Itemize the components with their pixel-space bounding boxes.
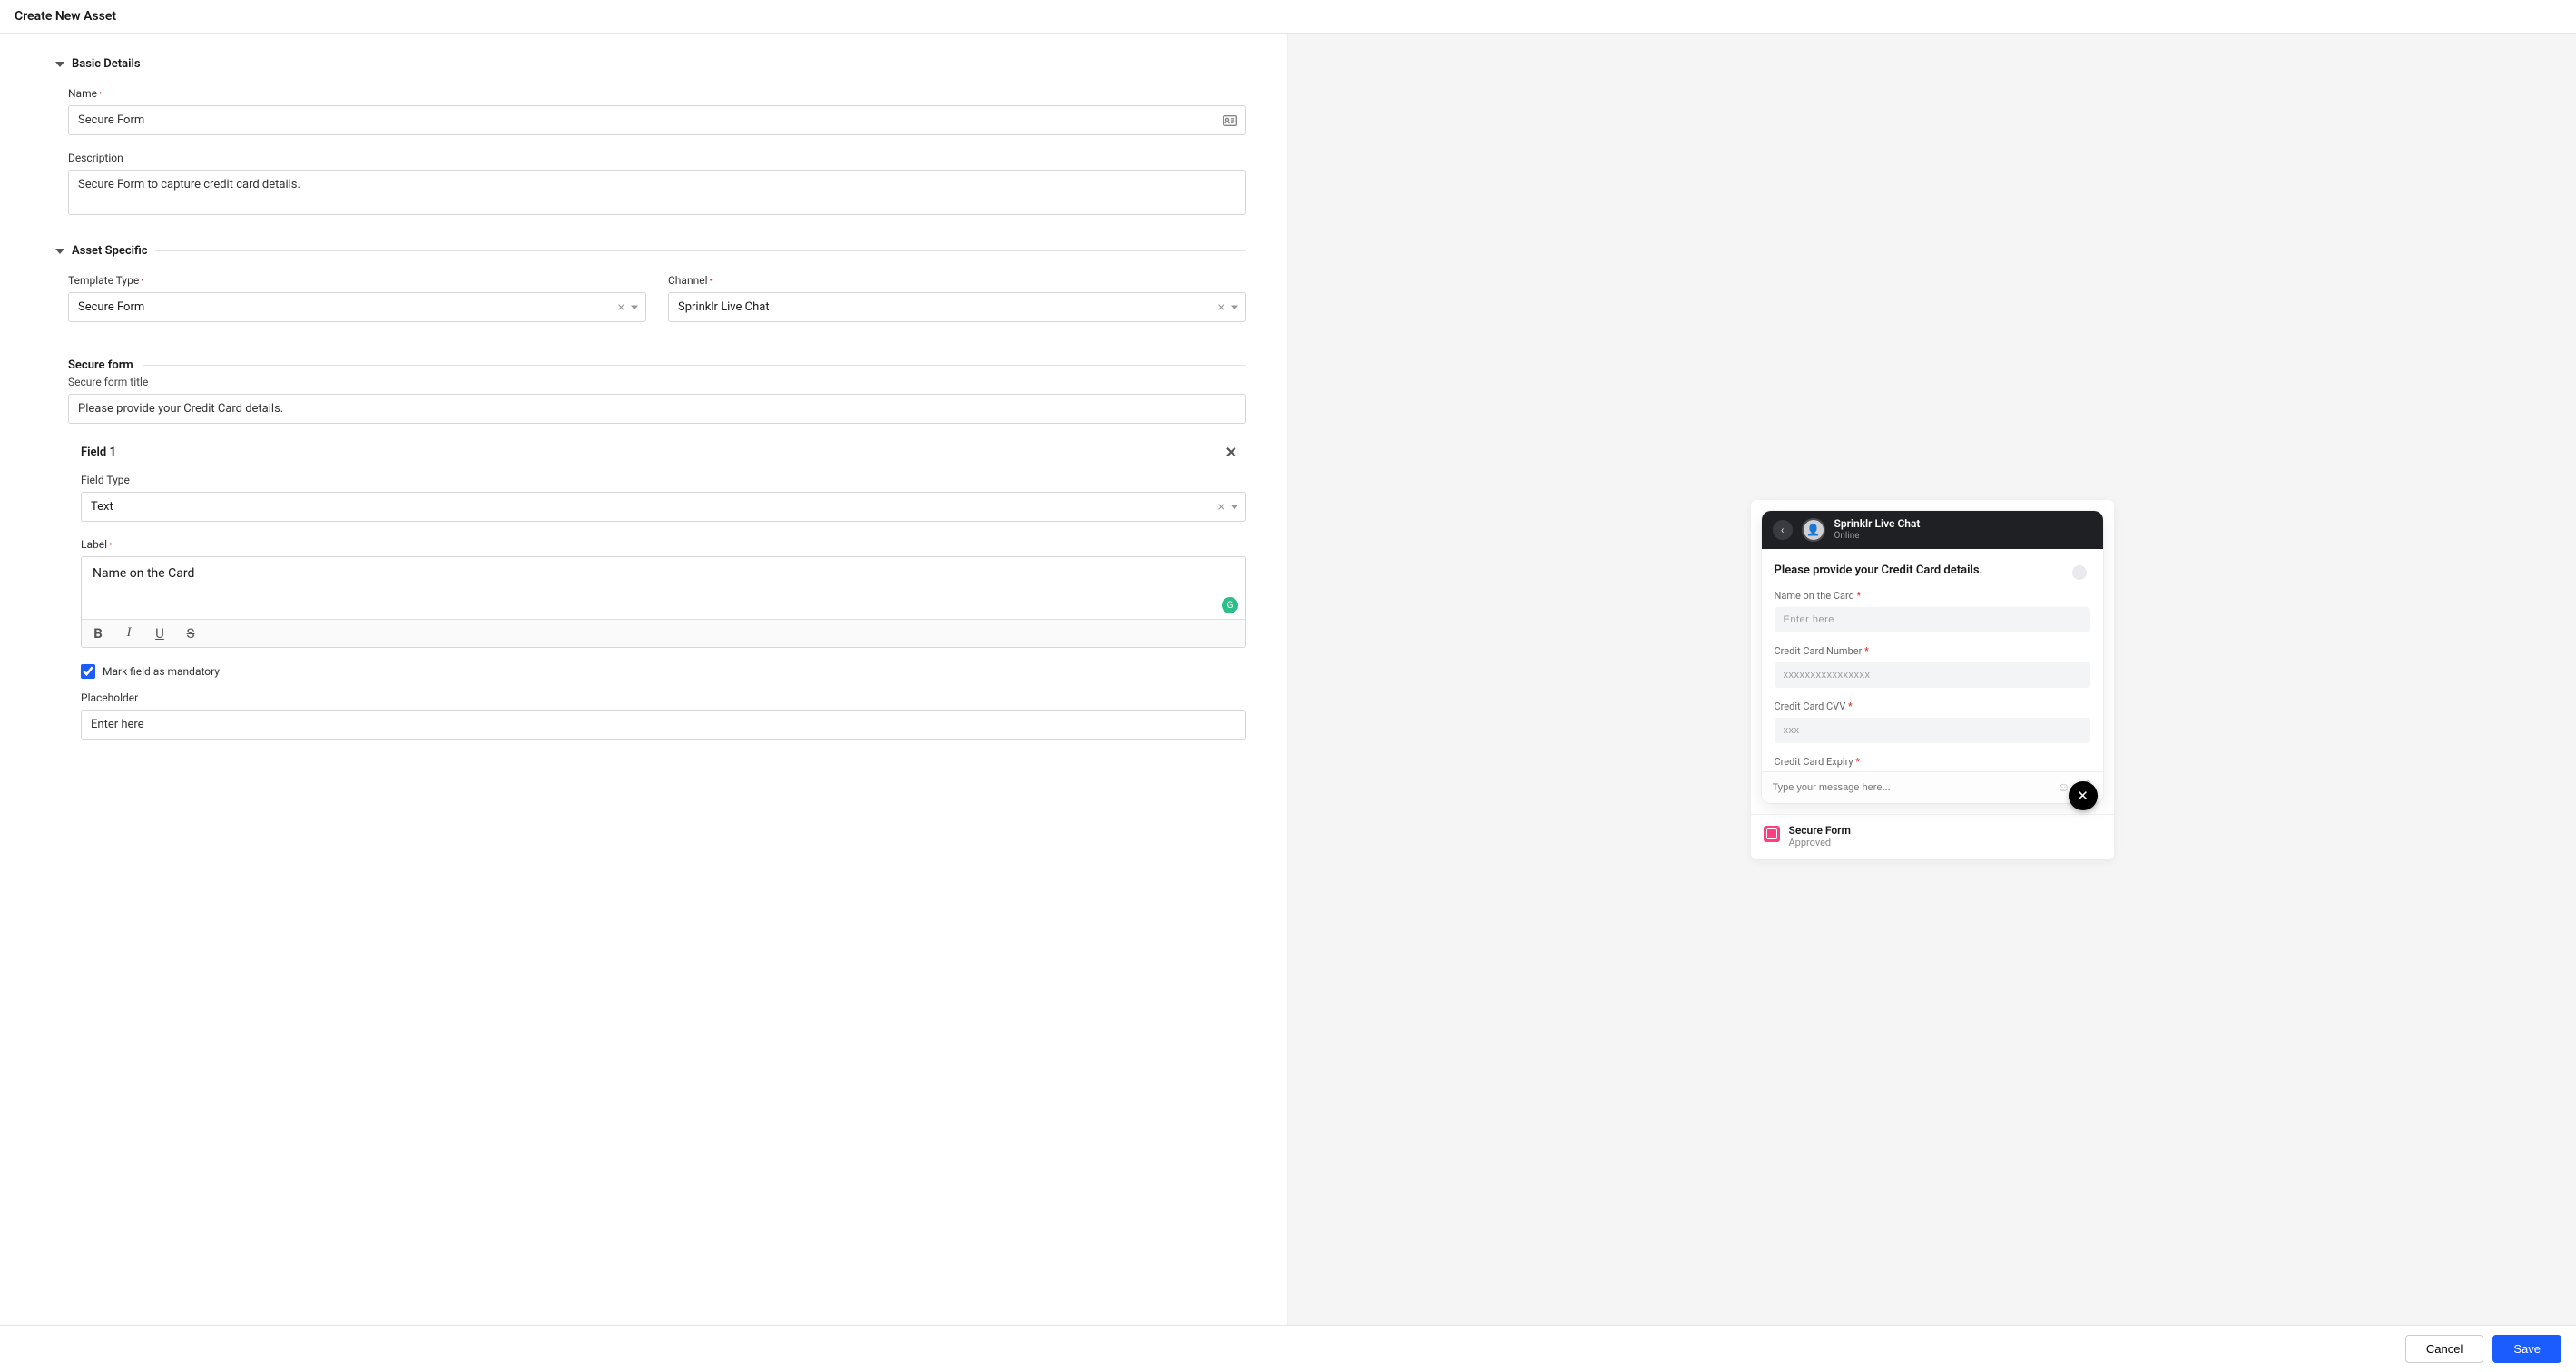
- chat-status: Online: [1834, 531, 1921, 541]
- cancel-button[interactable]: Cancel: [2405, 1335, 2483, 1363]
- step-indicator: [2072, 565, 2087, 580]
- remove-field-button[interactable]: ✕: [1216, 440, 1246, 465]
- channel-group: Channel• Sprinklr Live Chat ✕: [668, 274, 1246, 322]
- preview-name-input[interactable]: [1775, 607, 2090, 632]
- divider: [155, 250, 1246, 251]
- close-chat-button[interactable]: ✕: [2069, 781, 2098, 810]
- save-button[interactable]: Save: [2492, 1335, 2561, 1363]
- channel-select[interactable]: Sprinklr Live Chat ✕: [668, 292, 1246, 322]
- label-text: Name on the Card: [1775, 590, 1854, 602]
- label-text: Name: [68, 87, 97, 100]
- asset-name: Secure Form: [1789, 824, 1851, 837]
- divider: [143, 365, 1246, 366]
- select-value: Sprinklr Live Chat: [678, 300, 770, 314]
- mandatory-label: Mark field as mandatory: [103, 665, 220, 678]
- label-text: Template Type: [68, 274, 139, 287]
- chevron-down-icon[interactable]: [631, 305, 638, 309]
- select-value: Secure Form: [78, 300, 144, 314]
- description-input[interactable]: Secure Form to capture credit card detai…: [68, 170, 1246, 215]
- description-label: Description: [68, 152, 1246, 164]
- preview-pane: ‹ 👤 Sprinklr Live Chat Online Please pro…: [1288, 34, 2576, 1325]
- field-label-richtext[interactable]: Name on the Card G: [82, 557, 1245, 619]
- preview-field-label: Credit Card Expiry *: [1775, 756, 2090, 768]
- bold-button[interactable]: B: [91, 625, 105, 642]
- template-type-label: Template Type•: [68, 274, 646, 287]
- select-value: Text: [91, 500, 113, 514]
- preview-cvv-input[interactable]: [1775, 718, 2090, 743]
- template-type-select[interactable]: Secure Form ✕: [68, 292, 646, 322]
- grammarly-icon[interactable]: G: [1222, 597, 1238, 613]
- chat-message-input[interactable]: [1773, 782, 2049, 793]
- preview-field-label: Name on the Card *: [1775, 590, 2090, 602]
- chevron-down-icon: [55, 249, 64, 254]
- strike-button[interactable]: S: [183, 625, 198, 642]
- agent-avatar: 👤: [1802, 518, 1825, 542]
- label-text: Credit Card Number: [1775, 645, 1863, 657]
- preview-field-label: Credit Card CVV *: [1775, 701, 2090, 712]
- placeholder-input[interactable]: [81, 710, 1246, 740]
- required-indicator: *: [1848, 701, 1853, 712]
- section-basic-details[interactable]: Basic Details: [68, 57, 1246, 71]
- form-preview-title: Please provide your Credit Card details.: [1775, 564, 2011, 577]
- preview-ccnumber-input[interactable]: [1775, 662, 2090, 688]
- required-indicator: •: [109, 540, 112, 550]
- section-title: Basic Details: [72, 57, 141, 71]
- richtext-toolbar: B I U S: [82, 619, 1245, 647]
- chat-header: ‹ 👤 Sprinklr Live Chat Online: [1762, 511, 2103, 549]
- section-asset-specific[interactable]: Asset Specific: [68, 244, 1246, 258]
- label-text: Credit Card CVV: [1775, 701, 1846, 712]
- preview-card: ‹ 👤 Sprinklr Live Chat Online Please pro…: [1751, 500, 2114, 859]
- richtext-value: Name on the Card: [93, 566, 194, 581]
- underline-button[interactable]: U: [152, 625, 167, 642]
- required-indicator: *: [1857, 590, 1862, 602]
- name-label: Name•: [68, 87, 1246, 100]
- secure-form-title-input[interactable]: [68, 394, 1246, 424]
- chat-title: Sprinklr Live Chat: [1834, 518, 1921, 530]
- required-indicator: •: [141, 276, 143, 286]
- clear-icon[interactable]: ✕: [1217, 501, 1225, 513]
- chat-widget: ‹ 👤 Sprinklr Live Chat Online Please pro…: [1762, 511, 2103, 803]
- template-type-group: Template Type• Secure Form ✕: [68, 274, 646, 322]
- subsection-title: Secure form: [68, 358, 133, 372]
- preview-field-label: Credit Card Number *: [1775, 645, 2090, 657]
- required-indicator: •: [709, 276, 712, 286]
- clear-icon[interactable]: ✕: [617, 301, 625, 313]
- field-type-select[interactable]: Text ✕: [81, 492, 1246, 522]
- channel-label: Channel•: [668, 274, 1246, 287]
- label-text: Label: [81, 538, 107, 551]
- secure-form-title-label: Secure form title: [68, 376, 1246, 388]
- italic-button[interactable]: I: [122, 625, 136, 642]
- chat-body: Please provide your Credit Card details.…: [1762, 549, 2103, 771]
- description-field-group: Description Secure Form to capture credi…: [68, 152, 1246, 219]
- back-button[interactable]: ‹: [1773, 520, 1793, 540]
- chat-input-row: ☺: [1762, 771, 2103, 803]
- required-indicator: *: [1864, 645, 1869, 657]
- page-title: Create New Asset: [0, 0, 2576, 34]
- section-title: Asset Specific: [72, 244, 148, 258]
- contact-card-icon[interactable]: [1223, 115, 1237, 126]
- placeholder-label: Placeholder: [81, 691, 1246, 704]
- preview-footer: Secure Form Approved: [1751, 814, 2114, 859]
- chevron-down-icon[interactable]: [1231, 305, 1238, 309]
- chevron-down-icon: [55, 62, 64, 67]
- clear-icon[interactable]: ✕: [1217, 301, 1225, 313]
- field-heading: Field 1: [81, 446, 116, 459]
- name-field-group: Name•: [68, 87, 1246, 135]
- required-indicator: *: [1855, 756, 1860, 768]
- field-type-label: Field Type: [81, 474, 1246, 486]
- label-text: Channel: [668, 274, 707, 287]
- secure-form-subsection: Secure form: [68, 358, 1246, 372]
- field-1-block: Field 1 ✕ Field Type Text ✕ Label•: [68, 440, 1246, 740]
- required-indicator: •: [99, 89, 102, 99]
- asset-status: Approved: [1789, 837, 1851, 848]
- asset-type-icon: [1764, 826, 1780, 842]
- field-label-label: Label•: [81, 538, 1246, 551]
- name-input[interactable]: [68, 105, 1246, 135]
- footer-bar: Cancel Save: [0, 1325, 2576, 1372]
- form-pane: Basic Details Name•: [0, 34, 1288, 1325]
- label-text: Credit Card Expiry: [1775, 756, 1853, 768]
- mandatory-checkbox[interactable]: [81, 664, 95, 679]
- chevron-down-icon[interactable]: [1231, 505, 1238, 509]
